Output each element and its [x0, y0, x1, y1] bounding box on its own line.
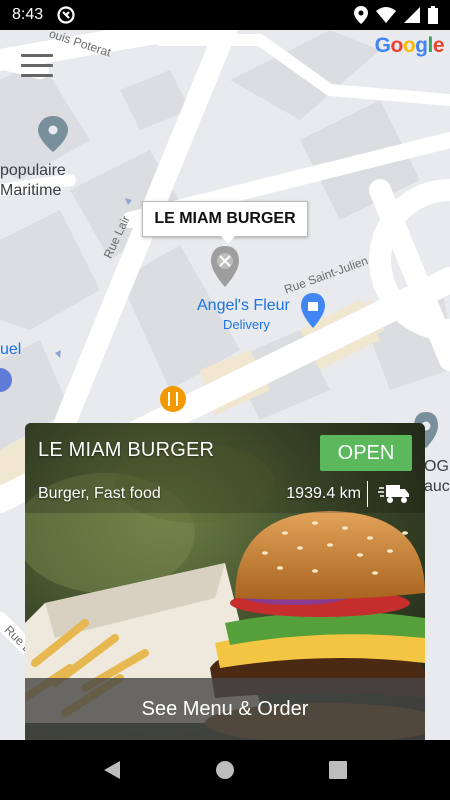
restaurant-distance: 1939.4 km	[286, 485, 361, 502]
menu-icon[interactable]	[21, 54, 53, 80]
wifi-icon	[376, 7, 396, 23]
divider	[367, 481, 368, 507]
battery-icon	[428, 6, 438, 24]
home-icon[interactable]	[215, 760, 235, 780]
restaurant-cuisine: Burger, Fast food	[38, 485, 161, 502]
navigation-bar	[0, 740, 450, 800]
status-bar: 8:43	[0, 0, 450, 30]
place-label-populaire: populaire Maritime	[0, 162, 66, 199]
status-time: 8:43	[12, 6, 44, 23]
notification-icon	[57, 6, 75, 24]
status-badge: OPEN	[320, 435, 412, 471]
restaurant-name: LE MIAM BURGER	[38, 439, 215, 461]
restaurant-card[interactable]: LE MIAM BURGER OPEN Burger, Fast food 19…	[25, 423, 425, 740]
recents-icon[interactable]	[328, 760, 348, 780]
place-label-uel: uel	[0, 341, 22, 358]
see-menu-order-button[interactable]: See Menu & Order	[25, 678, 425, 740]
place-label-og: OG auc	[424, 458, 450, 495]
google-logo: Google	[374, 34, 445, 57]
map-callout-restaurant[interactable]: LE MIAM BURGER	[142, 201, 308, 244]
location-icon	[354, 6, 368, 24]
back-icon[interactable]	[102, 760, 122, 780]
signal-icon	[404, 7, 420, 23]
delivery-truck-icon	[378, 485, 409, 503]
poi-angels-fleur[interactable]: Angel's Fleur Delivery	[197, 296, 290, 334]
